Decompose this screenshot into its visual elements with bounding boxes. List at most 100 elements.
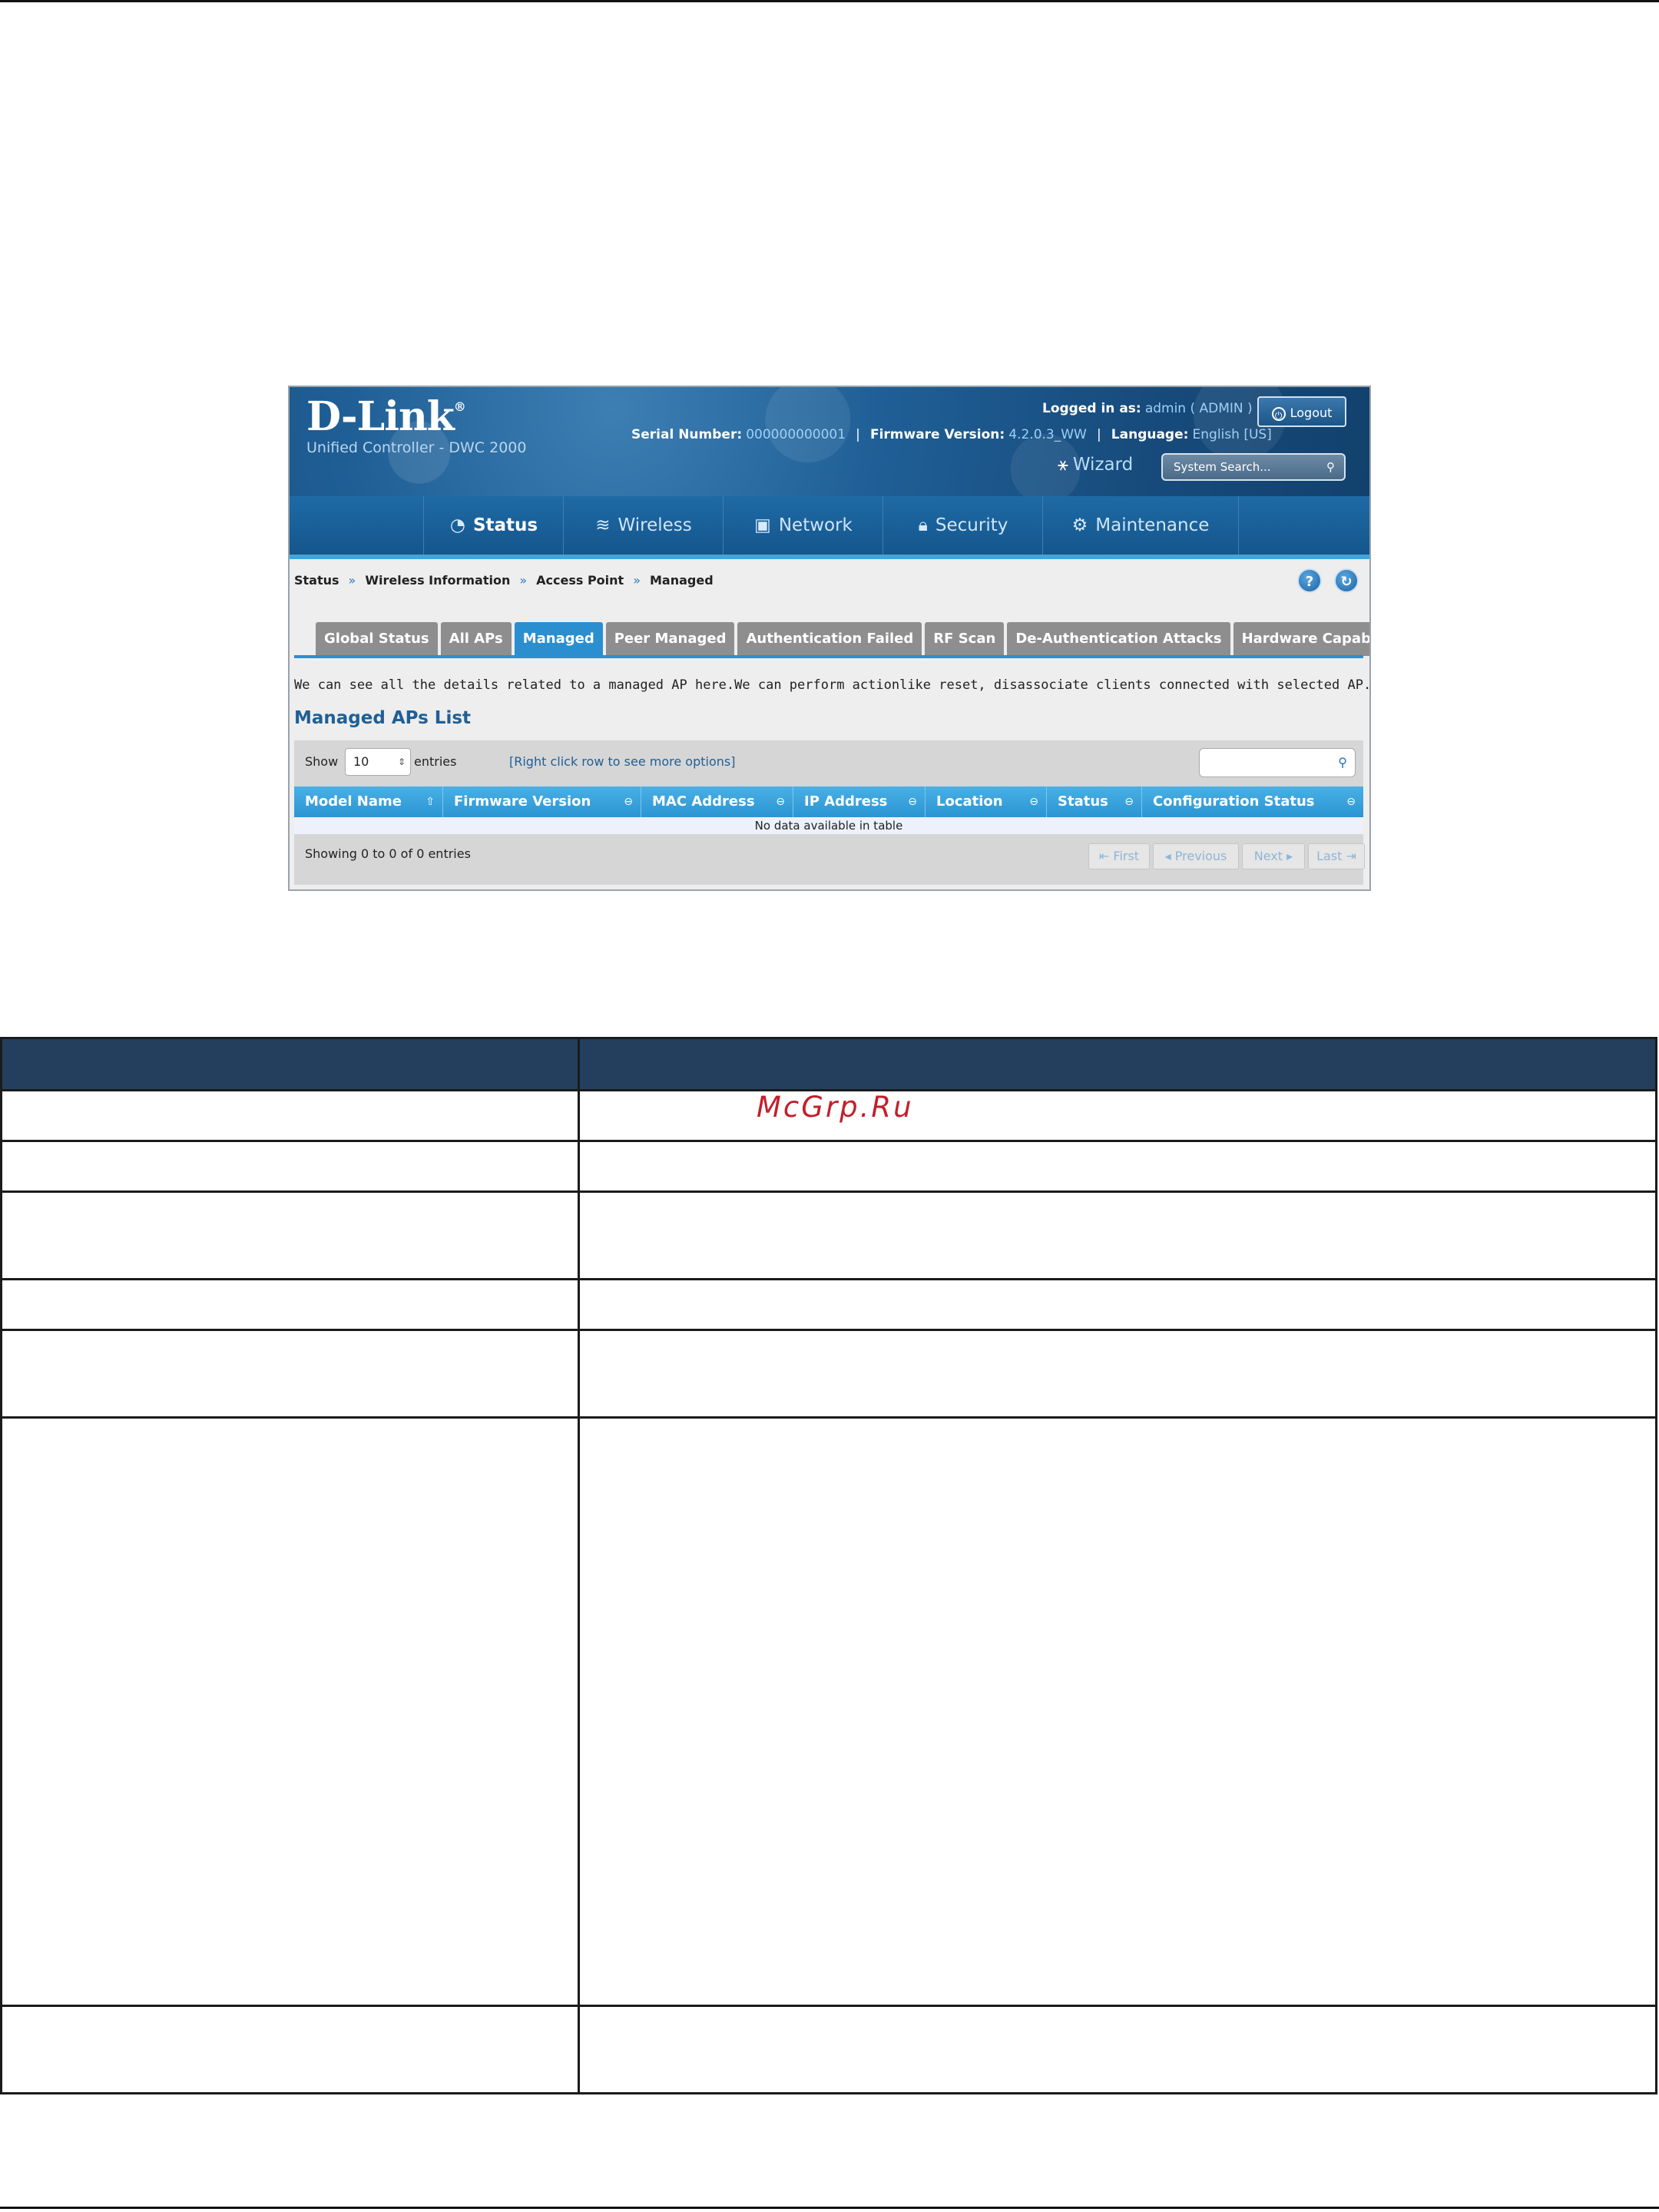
gears-icon: ⚙ [1071, 515, 1088, 535]
tab-all-aps[interactable]: All APs [440, 622, 512, 656]
table-cell [0, 1089, 580, 1142]
first-page-button[interactable]: ⇤ First [1088, 843, 1150, 869]
table-row [0, 1416, 1657, 2007]
header-cell [578, 1037, 1657, 1091]
col-ip-address[interactable]: IP Address ⊖ [793, 786, 926, 817]
nav-wireless[interactable]: ≋ Wireless [563, 496, 724, 555]
col-model-name[interactable]: Model Name ⇧ [294, 786, 443, 817]
table-cell [578, 1278, 1657, 1331]
logout-button[interactable]: ⏻ Logout [1257, 396, 1346, 427]
wizard-link[interactable]: ⚹ Wizard [1058, 455, 1133, 475]
col-mac-address[interactable]: MAC Address ⊖ [641, 786, 793, 817]
table-row [0, 1140, 1657, 1193]
table-header: Model Name ⇧ Firmware Version ⊖ MAC Addres… [294, 786, 1363, 817]
field-description-table [0, 1037, 1657, 2094]
logged-in-label: Logged in as: [1042, 401, 1141, 416]
empty-table-message: No data available in table [294, 817, 1363, 834]
sort-icon: ⊖ [624, 796, 633, 808]
table-cell [0, 1329, 580, 1419]
dlink-logo: D-Link® [306, 393, 466, 440]
table-cell [0, 1190, 580, 1280]
table-cell [578, 1089, 1657, 1142]
tab-bar: Global Status All APs Managed Peer Manag… [316, 622, 1369, 656]
table-cell [578, 1329, 1657, 1419]
table-header-row [0, 1037, 1657, 1091]
tab-peer-managed[interactable]: Peer Managed [605, 622, 735, 656]
entries-per-page-select[interactable]: 10 ⇕ [345, 748, 411, 776]
nav-security[interactable]: 🔒︎ Security [882, 496, 1043, 555]
table-search-input[interactable]: ⚲ [1199, 748, 1356, 777]
previous-page-button[interactable]: ◂ Previous [1153, 843, 1239, 869]
tab-global-status[interactable]: Global Status [316, 622, 438, 656]
nav-network[interactable]: ▣ Network [723, 496, 883, 555]
table-footer: Showing 0 to 0 of 0 entries ⇤ First ◂ Pr… [294, 834, 1365, 885]
table-controls: Show 10 ⇕ entries [Right click row to see… [294, 740, 1363, 786]
search-icon: ⚲ [1338, 755, 1347, 770]
showing-entries-info: Showing 0 to 0 of 0 entries [305, 846, 471, 861]
table-row [0, 1190, 1657, 1280]
language-link[interactable]: English [US] [1193, 427, 1272, 442]
nav-status[interactable]: ◔ Status [423, 496, 564, 555]
breadcrumb-wireless-information[interactable]: Wireless Information [365, 573, 510, 588]
breadcrumb-managed: Managed [649, 573, 714, 588]
bottom-rule [0, 2207, 1659, 2209]
sort-icon: ⊖ [1346, 796, 1356, 808]
table-cell [578, 1140, 1657, 1193]
system-info-row: Serial Number: 000000000001 | Firmware V… [631, 427, 1272, 442]
serial-number: 000000000001 [746, 427, 846, 442]
sort-icon: ⊖ [776, 796, 785, 808]
table-cell [0, 1140, 580, 1193]
controller-screenshot: D-Link® Unified Controller - DWC 2000 Lo… [288, 386, 1371, 891]
page-description: We can see all the details related to a … [294, 677, 1371, 693]
lock-icon: 🔒︎ [918, 515, 928, 535]
sort-icon: ⊖ [1124, 796, 1134, 808]
right-click-hint: [Right click row to see more options] [509, 754, 736, 769]
watermark: McGrp.Ru [757, 1091, 914, 1124]
header-cell [0, 1037, 580, 1091]
table-cell [578, 1190, 1657, 1280]
help-icon[interactable]: ? [1297, 568, 1322, 593]
gauge-icon: ◔ [449, 515, 465, 535]
breadcrumb-status[interactable]: Status [294, 573, 339, 588]
col-firmware-version[interactable]: Firmware Version ⊖ [443, 786, 641, 817]
wand-icon: ⚹ [1058, 455, 1068, 475]
entries-label: entries [414, 754, 457, 769]
monitor-icon: ▣ [754, 515, 771, 535]
table-cell [578, 2005, 1657, 2094]
tab-underline [294, 655, 1363, 658]
table-cell [578, 1416, 1657, 2007]
logged-in-user: admin ( ADMIN ) [1144, 401, 1253, 416]
system-search-input[interactable]: System Search... ⚲ [1161, 453, 1346, 481]
tab-managed[interactable]: Managed [514, 622, 603, 656]
col-status[interactable]: Status ⊖ [1047, 786, 1142, 817]
table-cell [0, 2005, 580, 2094]
list-title: Managed APs List [294, 708, 472, 728]
table-row [0, 1329, 1657, 1419]
tab-authentication-failed[interactable]: Authentication Failed [737, 622, 922, 656]
sort-icon: ⊖ [908, 796, 917, 808]
sort-icon: ⊖ [1029, 796, 1038, 808]
tab-hardware-capability[interactable]: Hardware Capability [1233, 622, 1369, 656]
product-name: Unified Controller - DWC 2000 [306, 439, 527, 456]
col-location[interactable]: Location ⊖ [926, 786, 1047, 817]
main-nav: ◔ Status ≋ Wireless ▣ Network 🔒︎ Security ⚙ M… [290, 496, 1369, 559]
next-page-button[interactable]: Next ▸ [1242, 843, 1305, 869]
last-page-button[interactable]: Last ⇥ [1308, 843, 1365, 869]
firmware-version: 4.2.0.3_WW [1008, 427, 1087, 442]
tab-deauthentication-attacks[interactable]: De-Authentication Attacks [1007, 622, 1230, 656]
sort-asc-icon: ⇧ [426, 796, 435, 808]
power-icon: ⏻ [1271, 406, 1286, 421]
col-configuration-status[interactable]: Configuration Status ⊖ [1142, 786, 1363, 817]
nav-maintenance[interactable]: ⚙ Maintenance [1042, 496, 1239, 555]
header-banner: D-Link® Unified Controller - DWC 2000 Lo… [290, 387, 1369, 496]
wifi-icon: ≋ [595, 515, 611, 535]
table-row [0, 1278, 1657, 1331]
table-cell [0, 1278, 580, 1331]
refresh-icon[interactable]: ↻ [1334, 568, 1359, 593]
logged-in-info: Logged in as: admin ( ADMIN ) [1042, 401, 1253, 416]
search-icon: ⚲ [1326, 460, 1335, 474]
tab-rf-scan[interactable]: RF Scan [925, 622, 1005, 656]
breadcrumb-access-point[interactable]: Access Point [536, 573, 624, 588]
table-row [0, 2005, 1657, 2094]
top-rule [0, 0, 1659, 2]
